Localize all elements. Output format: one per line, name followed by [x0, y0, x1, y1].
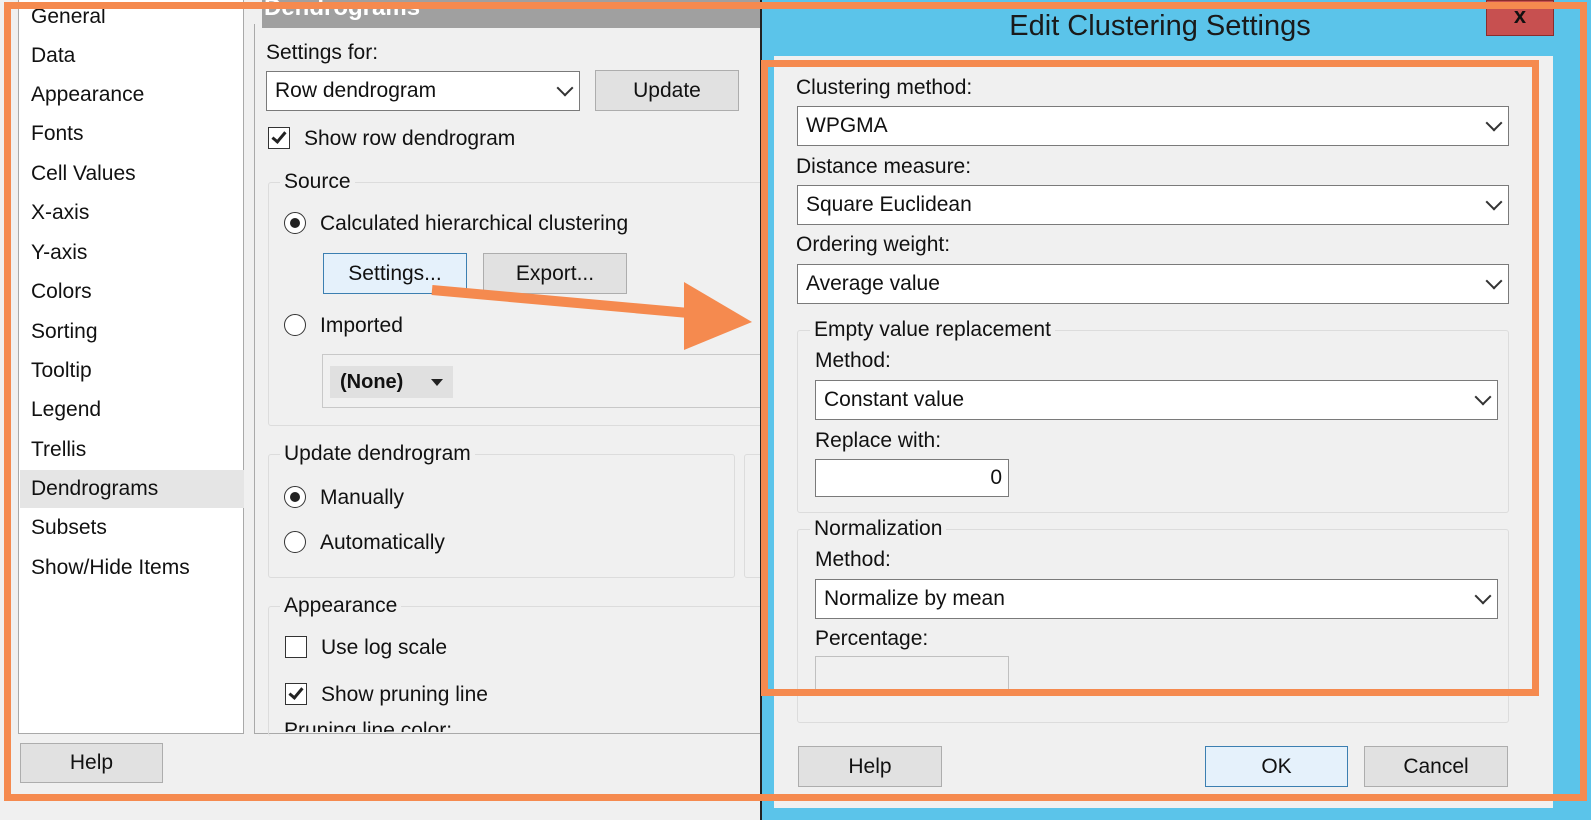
chevron-down-icon: [1485, 114, 1503, 132]
percentage-label: Percentage:: [815, 627, 929, 650]
pruning-line-color-label: Pruning line color:: [284, 719, 453, 732]
nav-item-sorting[interactable]: Sorting: [20, 313, 244, 351]
nav-item-appearance[interactable]: Appearance: [20, 76, 244, 114]
cancel-button[interactable]: Cancel: [1364, 746, 1508, 787]
imported-radio[interactable]: [284, 314, 306, 336]
clustering-method-value: WPGMA: [806, 114, 888, 137]
nav-item-subsets[interactable]: Subsets: [20, 509, 244, 547]
calculated-clustering-radio[interactable]: [284, 212, 306, 234]
radio-dot-icon: [290, 218, 300, 228]
empty-value-method-select[interactable]: Constant value: [815, 380, 1498, 420]
close-icon: x: [1513, 3, 1527, 28]
nav-item-x-axis[interactable]: X-axis: [20, 194, 244, 232]
dropdown-arrow-icon: [431, 379, 443, 386]
nav-item-trellis[interactable]: Trellis: [20, 431, 244, 469]
imported-source-value: (None): [340, 371, 404, 393]
show-pruning-line-label: Show pruning line: [321, 683, 488, 706]
checkmark-icon: [288, 684, 304, 700]
source-group-title: Source: [280, 169, 355, 195]
percentage-input: [815, 656, 1009, 694]
nav-item-dendrograms[interactable]: Dendrograms: [20, 470, 244, 508]
chevron-down-icon: [556, 79, 574, 97]
nav-item-cell-values[interactable]: Cell Values: [20, 155, 244, 193]
distance-measure-select[interactable]: Square Euclidean: [797, 185, 1509, 225]
ordering-weight-value: Average value: [806, 272, 940, 295]
ordering-weight-label: Ordering weight:: [796, 233, 951, 256]
nav-item-show-hide-items[interactable]: Show/Hide Items: [20, 549, 244, 587]
chevron-down-icon: [1474, 587, 1492, 605]
clustering-method-label: Clustering method:: [796, 76, 973, 99]
checkmark-icon: [271, 128, 287, 144]
nav-item-y-axis[interactable]: Y-axis: [20, 234, 244, 272]
empty-value-method-label: Method:: [815, 349, 891, 372]
normalization-method-select[interactable]: Normalize by mean: [815, 579, 1498, 619]
chevron-down-icon: [1485, 272, 1503, 290]
update-dendrogram-group: [268, 454, 735, 578]
dialog-help-button[interactable]: Help: [798, 746, 942, 787]
empty-value-group-title: Empty value replacement: [810, 317, 1055, 343]
ordering-weight-select[interactable]: Average value: [797, 264, 1509, 304]
settings-for-label: Settings for:: [266, 41, 379, 64]
help-button[interactable]: Help: [20, 743, 163, 783]
normalization-method-value: Normalize by mean: [824, 587, 1005, 610]
update-dendrogram-title: Update dendrogram: [280, 441, 475, 467]
settings-button[interactable]: Settings...: [323, 253, 467, 294]
nav-item-fonts[interactable]: Fonts: [20, 115, 244, 153]
dialog-title: Edit Clustering Settings: [1009, 10, 1311, 42]
use-log-scale-label: Use log scale: [321, 636, 448, 659]
distance-measure-value: Square Euclidean: [806, 193, 972, 216]
clustering-method-select[interactable]: WPGMA: [797, 106, 1509, 146]
chevron-down-icon: [1485, 193, 1503, 211]
distance-measure-label: Distance measure:: [796, 155, 972, 178]
normalization-group-title: Normalization: [810, 516, 947, 542]
update-automatically-radio[interactable]: [284, 531, 306, 553]
calculated-clustering-label: Calculated hierarchical clustering: [320, 212, 629, 235]
imported-label: Imported: [320, 314, 403, 337]
replace-with-input[interactable]: 0: [815, 459, 1009, 497]
update-manually-label: Manually: [320, 486, 405, 509]
settings-for-value: Row dendrogram: [275, 79, 437, 102]
update-automatically-label: Automatically: [320, 531, 445, 554]
export-button[interactable]: Export...: [483, 253, 627, 294]
nav-item-tooltip[interactable]: Tooltip: [20, 352, 244, 390]
properties-window: General Data Appearance Fonts Cell Value…: [0, 0, 774, 820]
replace-with-label: Replace with:: [815, 429, 942, 452]
normalization-method-label: Method:: [815, 548, 891, 571]
chevron-down-icon: [1474, 388, 1492, 406]
nav-item-legend[interactable]: Legend: [20, 391, 244, 429]
update-button[interactable]: Update: [595, 70, 739, 111]
update-manually-radio[interactable]: [284, 486, 306, 508]
properties-nav-list: General Data Appearance Fonts Cell Value…: [18, 0, 244, 734]
settings-for-select[interactable]: Row dendrogram: [266, 71, 580, 111]
empty-value-method-value: Constant value: [824, 388, 965, 411]
radio-dot-icon: [290, 492, 300, 502]
pruning-color-clip: Pruning line color:: [284, 716, 584, 732]
ok-button[interactable]: OK: [1205, 746, 1348, 787]
show-pruning-line-checkbox[interactable]: [285, 683, 307, 705]
nav-item-general[interactable]: General: [20, 0, 244, 36]
nav-item-data[interactable]: Data: [20, 37, 244, 75]
appearance-group-title: Appearance: [280, 593, 402, 619]
use-log-scale-checkbox[interactable]: [285, 636, 307, 658]
show-row-dendrogram-label: Show row dendrogram: [304, 127, 516, 150]
nav-item-colors[interactable]: Colors: [20, 273, 244, 311]
show-row-dendrogram-checkbox[interactable]: [268, 127, 290, 149]
close-button[interactable]: x: [1486, 0, 1554, 36]
imported-source-dropdown[interactable]: (None): [330, 366, 453, 398]
